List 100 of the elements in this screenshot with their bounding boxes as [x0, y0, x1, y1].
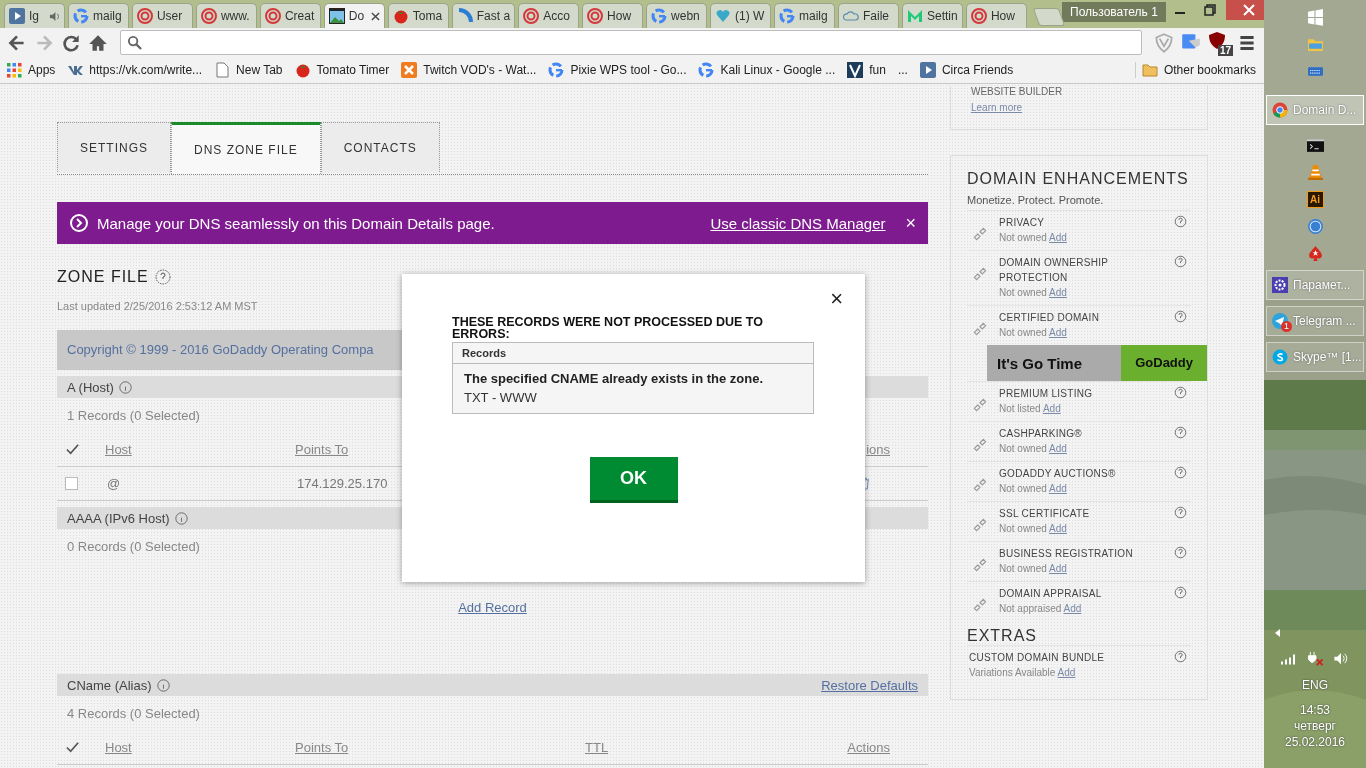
row-checkbox[interactable]	[65, 477, 78, 490]
target-icon	[136, 8, 153, 24]
bookmark[interactable]: Kali Linux - Google ...	[698, 62, 836, 78]
round-logo-icon[interactable]	[1306, 218, 1324, 235]
bookmark[interactable]: Pixie WPS tool - Go...	[548, 62, 687, 78]
restore-defaults-link[interactable]: Restore Defaults	[821, 677, 918, 693]
help-icon[interactable]	[174, 511, 188, 525]
page-tab[interactable]: DNS ZONE FILE	[171, 122, 321, 174]
promo-strip[interactable]: It's Go Time GoDaddy	[987, 345, 1207, 381]
tomato-icon	[392, 8, 409, 24]
google-icon	[548, 62, 565, 78]
product-status: Not owned	[999, 232, 1047, 243]
check-icon[interactable]	[65, 740, 80, 755]
traffic-cone-icon[interactable]	[1306, 164, 1324, 181]
browser-tab[interactable]: Faile	[838, 3, 899, 28]
shield-icon[interactable]	[1153, 31, 1175, 54]
last-updated-text: Last updated 2/25/2016 2:53:12 AM MST	[57, 300, 259, 312]
page-tab[interactable]: CONTACTS	[320, 122, 440, 172]
page-tab[interactable]: SETTINGS	[57, 122, 171, 172]
browser-tab[interactable]: Settin	[901, 3, 963, 28]
gear-icon	[1272, 277, 1288, 293]
bookmark[interactable]: New Tab	[214, 62, 283, 78]
browser-tab[interactable]: Fast a	[451, 3, 516, 28]
error-message: The specified CNAME already exists in the zone.	[464, 371, 765, 386]
product-name: PREMIUM LISTING	[999, 387, 1094, 401]
table-cell-text: @	[107, 476, 122, 491]
product-title: WEBSITE BUILDER	[971, 86, 1064, 97]
product-name: SSL CERTIFICATE	[999, 507, 1091, 521]
help-icon[interactable]	[1174, 466, 1187, 479]
browser-logo-icon	[1272, 102, 1288, 118]
bookmark[interactable]: Tomato Timer	[294, 62, 390, 78]
show-hidden-icons-icon[interactable]	[1274, 628, 1282, 638]
bookmark[interactable]: fun	[847, 62, 886, 78]
windows-icon[interactable]	[1306, 9, 1324, 26]
browser-tab[interactable]: Do	[323, 3, 385, 28]
target-icon	[970, 8, 987, 24]
help-icon[interactable]	[1174, 586, 1187, 599]
browser-tab[interactable]: mailg	[774, 3, 835, 28]
help-icon[interactable]	[1174, 215, 1187, 228]
profile-label[interactable]: Пользователь 1	[1062, 2, 1166, 22]
product-name: GODADDY AUCTIONS®	[999, 467, 1117, 481]
browser-tab[interactable]: User	[131, 3, 193, 28]
browser-tab[interactable]: www.	[195, 3, 257, 28]
browser-tab[interactable]: Toma	[387, 3, 449, 28]
taskbar-window-button[interactable]: 1 Telegram ...	[1266, 306, 1364, 336]
classic-dns-link[interactable]: Use classic DNS Manager	[710, 214, 886, 232]
new-tab-button[interactable]	[1032, 8, 1066, 26]
browser-tab[interactable]: Ig	[4, 3, 65, 28]
target-icon	[587, 8, 604, 24]
product-status: Not owned	[999, 563, 1047, 574]
product-status: Not owned	[999, 443, 1047, 454]
s-logo-icon	[1272, 349, 1288, 365]
product-status: Not listed	[999, 403, 1041, 414]
help-icon[interactable]	[1174, 310, 1187, 323]
bookmark[interactable]: Circa Friends	[919, 62, 1014, 78]
close-button[interactable]: ×	[828, 288, 845, 310]
google-icon	[698, 62, 715, 78]
browser-tab[interactable]: How	[582, 3, 644, 28]
spade-icon[interactable]	[1306, 245, 1324, 262]
ok-button[interactable]: OK	[589, 457, 678, 503]
help-icon[interactable]	[1174, 426, 1187, 439]
address-field[interactable]	[120, 30, 1142, 55]
bookmark[interactable]: Twitch VOD's - Wat...	[401, 62, 537, 78]
browser-tab[interactable]: webn	[646, 3, 708, 28]
help-icon[interactable]	[1174, 650, 1187, 663]
ublock-extension-button[interactable]: 17	[1207, 30, 1231, 55]
apps-grid-icon	[6, 62, 22, 78]
help-icon[interactable]	[1174, 506, 1187, 519]
help-icon[interactable]	[118, 380, 132, 394]
bookmark[interactable]: ...	[897, 63, 908, 77]
power-plug-icon[interactable]	[1306, 651, 1324, 666]
folder-icon	[1141, 62, 1158, 78]
record-count: 0 Records (0 Selected)	[66, 538, 201, 556]
v-logo-icon	[847, 62, 864, 78]
help-icon[interactable]	[156, 678, 170, 692]
bookmark[interactable]: https://vk.com/write...	[67, 62, 203, 78]
check-icon[interactable]	[65, 442, 80, 457]
browser-tab[interactable]: Creat	[259, 3, 321, 28]
browser-tab[interactable]: How	[965, 3, 1027, 28]
search-icon	[127, 35, 142, 50]
section-title: A (Host)	[67, 379, 114, 395]
bookmark[interactable]: Apps	[6, 62, 56, 78]
close-button[interactable]: ×	[905, 212, 916, 234]
help-icon[interactable]	[154, 269, 171, 285]
help-icon[interactable]	[1174, 255, 1187, 268]
help-icon[interactable]	[1174, 386, 1187, 399]
product-name: CERTIFIED DOMAIN	[999, 311, 1101, 325]
close-icon[interactable]	[370, 11, 380, 21]
browser-tab[interactable]: Acco	[518, 3, 580, 28]
target-icon	[200, 8, 217, 24]
tomato-icon	[294, 62, 311, 78]
browser-tab[interactable]: mailg	[67, 3, 129, 28]
browser-tab[interactable]: (1) W	[710, 3, 771, 28]
bookmark-folder[interactable]: Other bookmarks	[1134, 62, 1256, 78]
help-icon[interactable]	[1174, 546, 1187, 559]
speaker-icon[interactable]	[1332, 651, 1350, 666]
add-record-link[interactable]: Add Record	[458, 600, 527, 615]
card-title: DOMAIN ENHANCEMENTS	[967, 170, 1190, 188]
close-icon[interactable]	[1225, 0, 1264, 20]
section-title: CName (Alias)	[67, 677, 152, 693]
